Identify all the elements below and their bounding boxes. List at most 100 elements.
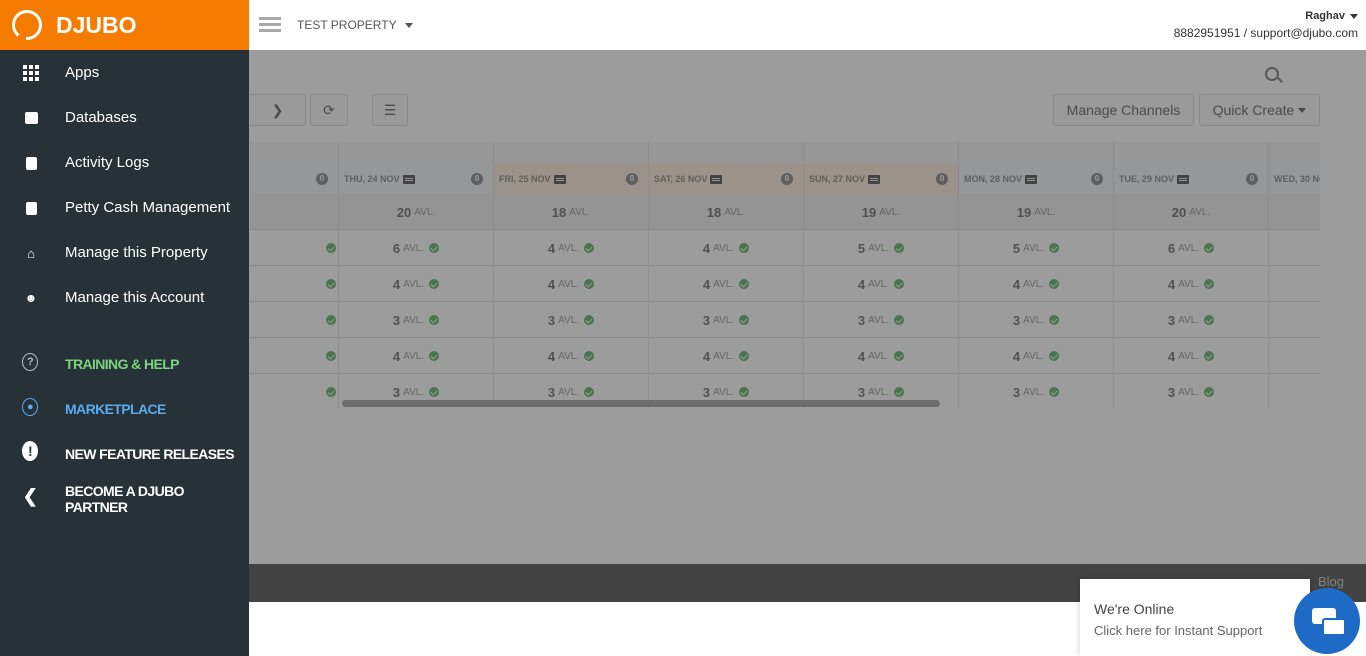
availability-cell[interactable]: 4AVL. bbox=[339, 338, 494, 374]
availability-cell[interactable]: 3AVL. bbox=[1269, 374, 1320, 408]
availability-cell[interactable] bbox=[250, 266, 339, 302]
check-circle-icon bbox=[1049, 279, 1060, 289]
availability-cell[interactable]: 4AVL. bbox=[1269, 338, 1320, 374]
availability-count: 3 bbox=[857, 312, 866, 328]
availability-cell[interactable]: 3AVL. bbox=[1114, 374, 1269, 408]
check-circle-icon bbox=[326, 279, 336, 289]
date-header[interactable]: MON, 28 NOV 0 bbox=[959, 164, 1114, 194]
availability-cell[interactable]: 4AVL. bbox=[959, 338, 1114, 374]
availability-cell[interactable]: 4AVL. bbox=[1114, 338, 1269, 374]
chat-subtitle: Click here for Instant Support bbox=[1094, 623, 1263, 638]
footer-blog-link[interactable]: Blog bbox=[1318, 574, 1344, 589]
chat-widget[interactable]: We're Online Click here for Instant Supp… bbox=[1080, 579, 1310, 656]
availability-cell[interactable]: 4AVL. bbox=[494, 230, 649, 266]
check-circle-icon bbox=[584, 243, 595, 253]
sidebar-item-new-features[interactable]: ! NEW FEATURE RELEASES bbox=[0, 431, 249, 476]
availability-count: 3 bbox=[702, 384, 711, 400]
availability-cell[interactable]: 3AVL. bbox=[959, 302, 1114, 338]
availability-cell[interactable]: 20AVL. bbox=[1114, 194, 1269, 230]
availability-cell[interactable]: 3AVL. bbox=[649, 302, 804, 338]
availability-cell[interactable]: 6AVL. bbox=[1269, 230, 1320, 266]
availability-cell[interactable] bbox=[250, 230, 339, 266]
availability-cell[interactable]: 4AVL. bbox=[494, 266, 649, 302]
next-date-button[interactable]: ❯ bbox=[250, 94, 306, 126]
availability-count: 4 bbox=[1012, 348, 1021, 364]
manage-channels-button[interactable]: Manage Channels bbox=[1053, 94, 1194, 126]
availability-cell[interactable]: 20AVL. bbox=[339, 194, 494, 230]
sidebar-item-manage-property[interactable]: ⌂ Manage this Property bbox=[0, 230, 249, 275]
availability-cell[interactable] bbox=[250, 338, 339, 374]
date-header[interactable]: TUE, 29 NOV 0 bbox=[1114, 164, 1269, 194]
brand-header: DJUBO bbox=[0, 0, 249, 50]
availability-cell[interactable]: 3AVL. bbox=[804, 302, 959, 338]
avl-label: AVL. bbox=[558, 314, 580, 326]
date-header[interactable]: SAT, 26 NOV 0 bbox=[649, 164, 804, 194]
availability-cell[interactable]: 4AVL. bbox=[804, 266, 959, 302]
property-selector[interactable]: TEST PROPERTY bbox=[297, 18, 413, 32]
availability-cell[interactable]: 19 AVL. bbox=[804, 194, 959, 230]
sidebar-item-databases[interactable]: Databases bbox=[0, 95, 249, 140]
user-menu[interactable]: Raghav bbox=[1174, 10, 1358, 22]
sidebar-item-activity-logs[interactable]: Activity Logs bbox=[0, 140, 249, 185]
availability-cell[interactable]: 19 AVL. bbox=[959, 194, 1114, 230]
availability-cell[interactable]: 4AVL. bbox=[1114, 266, 1269, 302]
availability-cell[interactable]: 4AVL. bbox=[649, 266, 804, 302]
sidebar-item-label: BECOME A DJUBO PARTNER bbox=[65, 482, 185, 515]
hamburger-menu-icon[interactable] bbox=[259, 17, 281, 33]
horizontal-scrollbar[interactable] bbox=[342, 400, 940, 407]
sidebar-item-petty-cash[interactable]: Petty Cash Management bbox=[0, 185, 249, 230]
message-icon[interactable] bbox=[1025, 174, 1038, 184]
message-icon[interactable] bbox=[553, 174, 566, 184]
sidebar-item-label: MARKETPLACE bbox=[65, 400, 166, 417]
availability-cell[interactable]: 4AVL. bbox=[649, 230, 804, 266]
availability-cell[interactable]: 4AVL. bbox=[649, 338, 804, 374]
availability-cell[interactable]: 3AVL. bbox=[339, 302, 494, 338]
search-icon[interactable] bbox=[1265, 67, 1279, 81]
availability-cell[interactable]: 3AVL. bbox=[494, 302, 649, 338]
message-icon[interactable] bbox=[402, 174, 415, 184]
count-badge: 0 bbox=[781, 173, 793, 185]
availability-cell[interactable]: 3AVL. bbox=[1269, 302, 1320, 338]
availability-cell[interactable]: 4AVL. bbox=[959, 266, 1114, 302]
avl-label: AVL. bbox=[713, 242, 735, 254]
availability-cell[interactable] bbox=[250, 194, 339, 230]
availability-cell[interactable]: 3AVL. bbox=[959, 374, 1114, 408]
availability-cell[interactable]: 5 AVL. bbox=[959, 230, 1114, 266]
availability-cell[interactable]: 6AVL. bbox=[339, 230, 494, 266]
availability-count: 3 bbox=[1167, 384, 1176, 400]
availability-cell[interactable]: 20AVL. bbox=[1269, 194, 1320, 230]
date-header[interactable]: FRI, 25 NOV 0 bbox=[494, 164, 649, 194]
layers-button[interactable]: ☰ bbox=[372, 94, 408, 126]
sidebar-item-manage-account[interactable]: ☻ Manage this Account bbox=[0, 275, 249, 320]
availability-cell[interactable]: 4AVL. bbox=[339, 266, 494, 302]
date-header[interactable]: WED, 30 NO bbox=[1269, 164, 1320, 194]
availability-cell[interactable]: 18 AVL. bbox=[494, 194, 649, 230]
date-header[interactable]: 0 bbox=[250, 164, 339, 194]
message-icon[interactable] bbox=[868, 174, 881, 184]
room-type-row: 3AVL.3AVL.3AVL.3AVL.3AVL.3AVL.3AVL. bbox=[250, 302, 1320, 338]
chat-bubble-button[interactable] bbox=[1294, 588, 1360, 654]
refresh-button[interactable]: ⟳ bbox=[310, 94, 348, 126]
sidebar-item-training-help[interactable]: ? TRAINING & HELP bbox=[0, 341, 249, 386]
availability-cell[interactable]: 4AVL. bbox=[804, 338, 959, 374]
availability-cell[interactable] bbox=[250, 302, 339, 338]
availability-cell[interactable]: 4AVL. bbox=[1269, 266, 1320, 302]
avl-label: AVL. bbox=[1178, 386, 1200, 398]
date-header[interactable]: SUN, 27 NOV 0 bbox=[804, 164, 959, 194]
availability-cell[interactable]: 3AVL. bbox=[1114, 302, 1269, 338]
sidebar-item-become-partner[interactable]: ❮ BECOME A DJUBO PARTNER bbox=[0, 476, 249, 521]
message-icon[interactable] bbox=[710, 174, 723, 184]
date-header[interactable]: THU, 24 NOV 0 bbox=[339, 164, 494, 194]
availability-count: 4 bbox=[857, 276, 866, 292]
message-icon[interactable] bbox=[1177, 174, 1190, 184]
availability-cell[interactable]: 5 AVL. bbox=[804, 230, 959, 266]
availability-cell[interactable]: 4AVL. bbox=[494, 338, 649, 374]
availability-cell[interactable]: 6AVL. bbox=[1114, 230, 1269, 266]
availability-cell[interactable]: 18 AVL. bbox=[649, 194, 804, 230]
availability-count: 3 bbox=[1012, 312, 1021, 328]
sidebar-item-apps[interactable]: Apps bbox=[0, 50, 249, 95]
sidebar-item-marketplace[interactable]: ● MARKETPLACE bbox=[0, 386, 249, 431]
avl-label: AVL. bbox=[558, 386, 580, 398]
quick-create-button[interactable]: Quick Create bbox=[1199, 94, 1320, 126]
availability-cell[interactable] bbox=[250, 374, 339, 408]
